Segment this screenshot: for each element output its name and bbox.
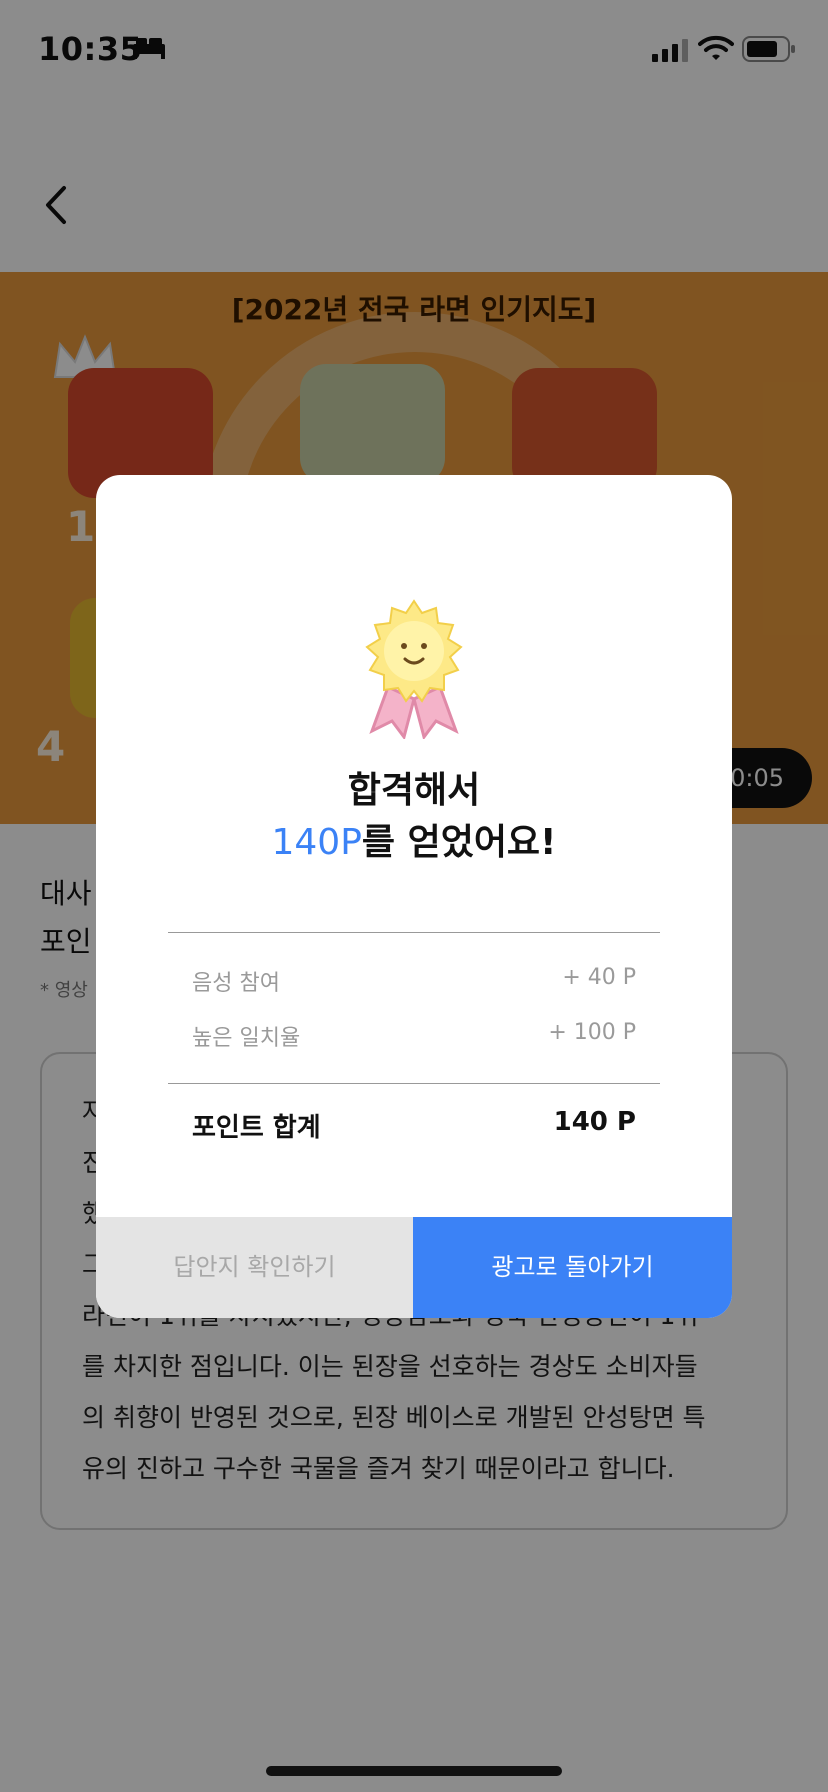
points-row-label: 음성 참여 bbox=[192, 971, 280, 996]
earned-points: 140P bbox=[271, 822, 362, 863]
points-total-label: 포인트 합계 bbox=[192, 1113, 321, 1143]
points-total-value: 140 P bbox=[553, 1107, 636, 1137]
divider bbox=[168, 932, 660, 933]
modal-points-heading: 140P를 얻었어요! bbox=[96, 813, 732, 865]
divider bbox=[168, 1083, 660, 1084]
points-total-row: 포인트 합계 140 P bbox=[192, 1107, 636, 1144]
points-row-match: 높은 일치율 + 100 P bbox=[192, 1020, 636, 1052]
check-answers-button[interactable]: 답안지 확인하기 bbox=[96, 1217, 413, 1318]
points-row-label: 높은 일치율 bbox=[192, 1026, 301, 1051]
points-row-voice: 음성 참여 + 40 P bbox=[192, 965, 636, 997]
points-row-value: + 40 P bbox=[562, 965, 636, 990]
modal-heading: 합격해서 bbox=[347, 770, 481, 811]
back-to-ad-button[interactable]: 광고로 돌아가기 bbox=[413, 1217, 732, 1318]
modal-heading-suffix: 를 얻었어요! bbox=[361, 822, 557, 863]
medal-icon bbox=[365, 599, 463, 739]
points-row-value: + 100 P bbox=[548, 1020, 636, 1045]
reward-modal: 합격해서 140P를 얻었어요! 음성 참여 + 40 P 높은 일치율 + 1… bbox=[96, 475, 732, 1318]
home-indicator[interactable] bbox=[266, 1766, 562, 1776]
